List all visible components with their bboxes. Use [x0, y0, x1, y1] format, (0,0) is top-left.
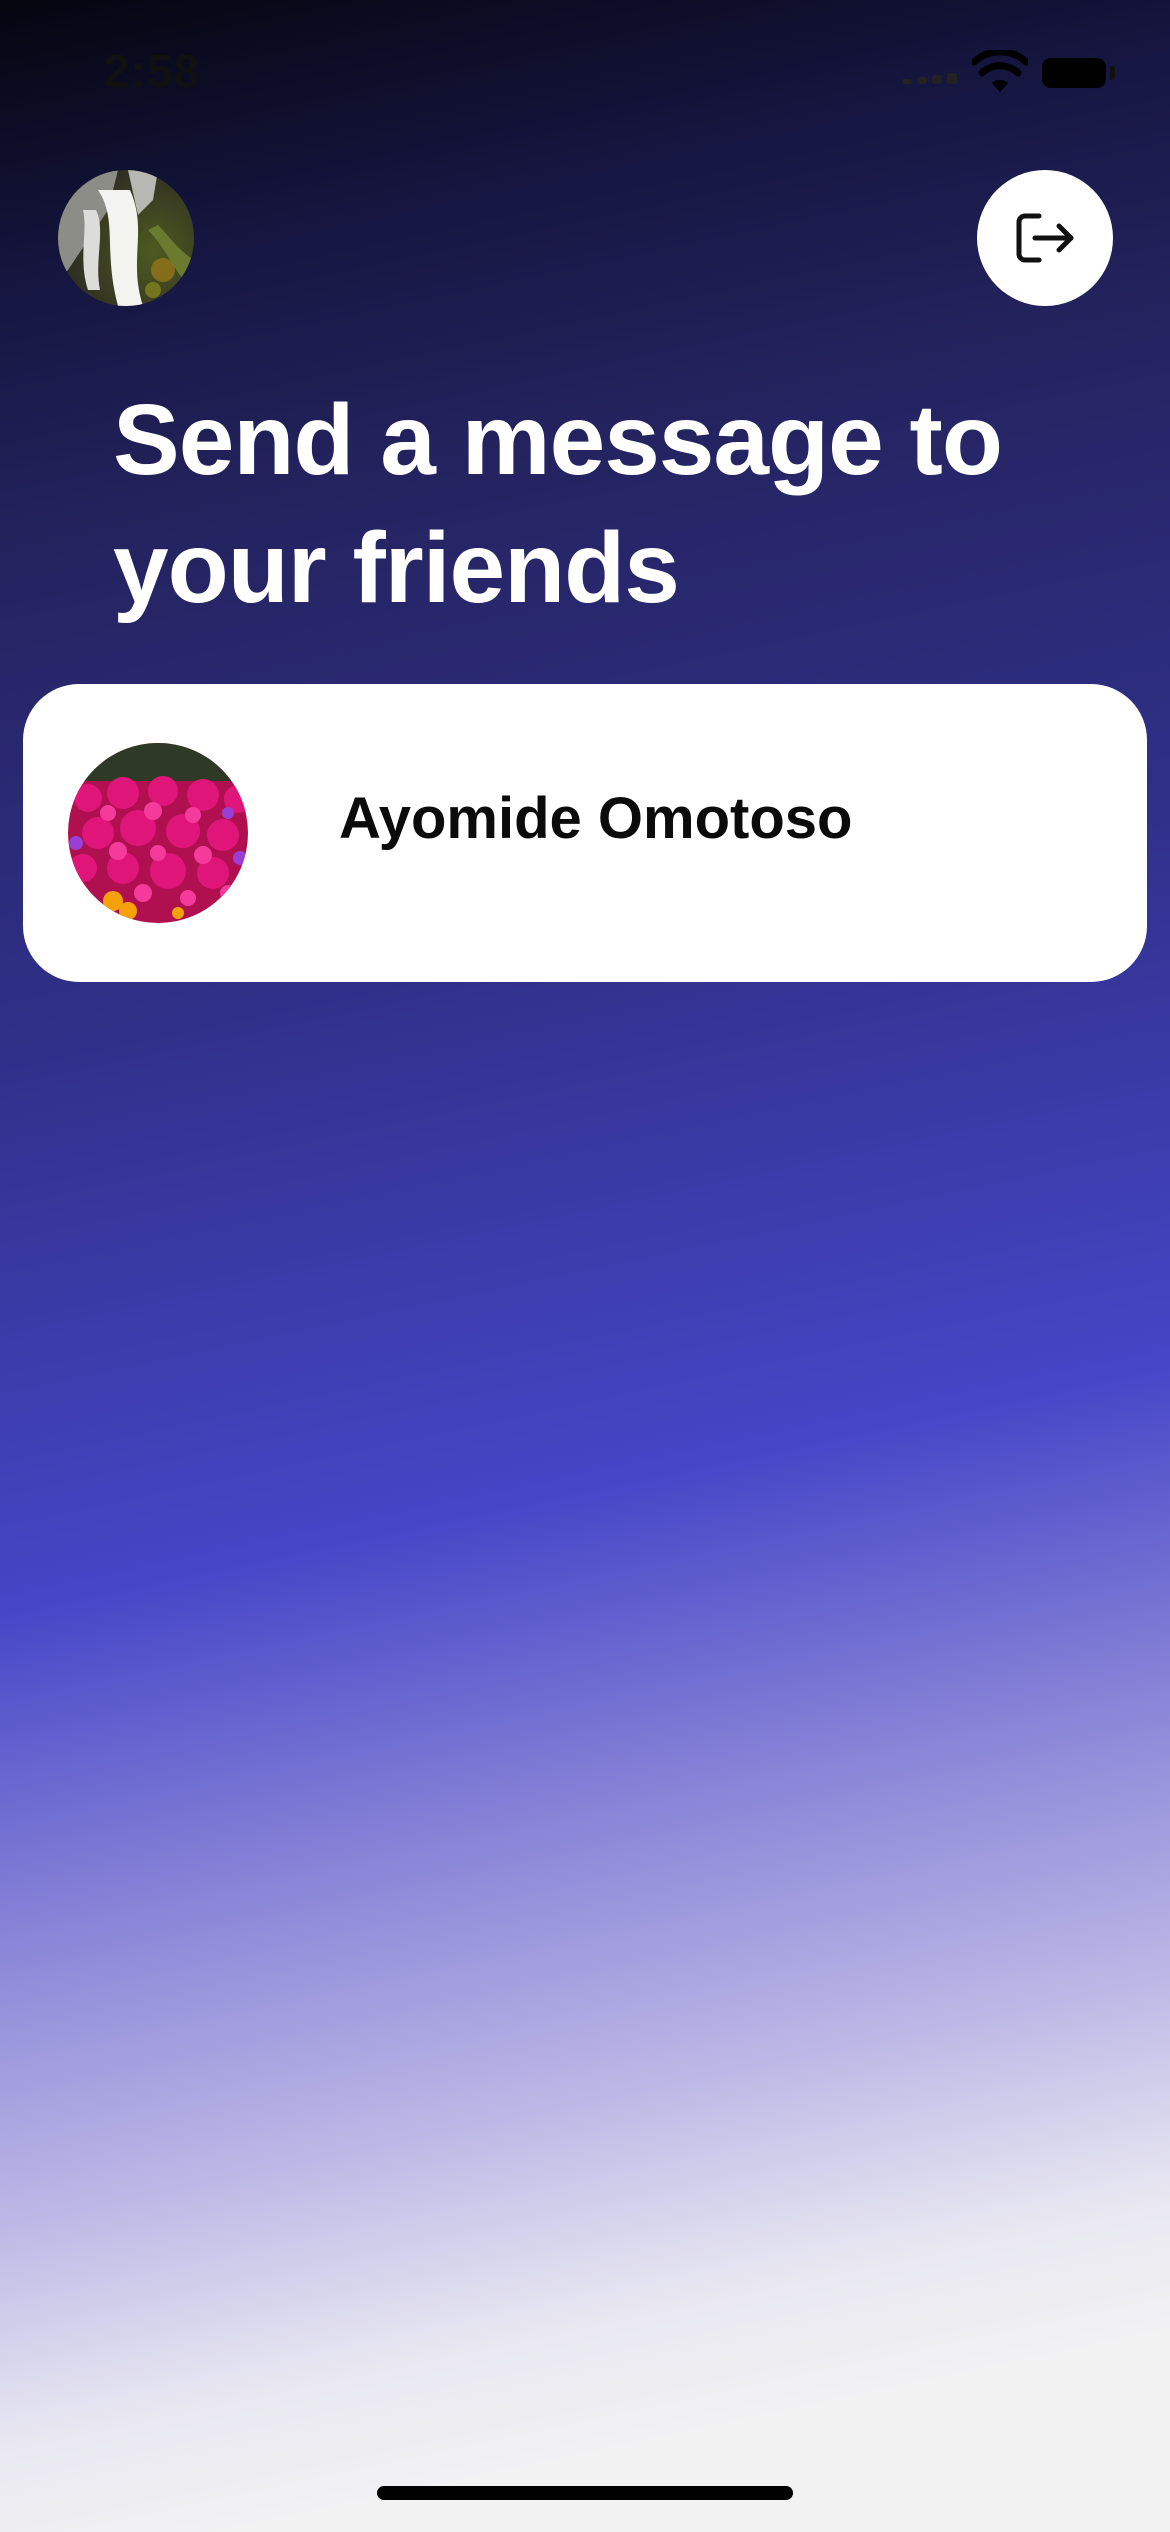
waterfall-photo-icon: [58, 170, 194, 306]
status-time: 2:58: [104, 45, 201, 97]
cellular-signal-icon: [902, 70, 962, 84]
flowers-photo-icon: [68, 743, 248, 923]
page-title: Send a message to your friends: [113, 384, 1003, 624]
wifi-icon: [972, 50, 1028, 92]
battery-cap: [1110, 66, 1115, 80]
home-indicator: [377, 2486, 793, 2500]
friend-name: Ayomide Omotoso: [339, 786, 853, 851]
logout-icon: [1016, 213, 1074, 263]
logout-button[interactable]: [977, 170, 1113, 306]
home-screen: 2:58 Send a message to your friends Ayom…: [0, 0, 1170, 2532]
status-bar: 2:58: [0, 0, 1170, 150]
profile-avatar[interactable]: [58, 170, 194, 306]
friend-list-item[interactable]: Ayomide Omotoso: [23, 684, 1147, 982]
friend-avatar: [68, 743, 248, 923]
battery-icon: [1042, 58, 1106, 88]
